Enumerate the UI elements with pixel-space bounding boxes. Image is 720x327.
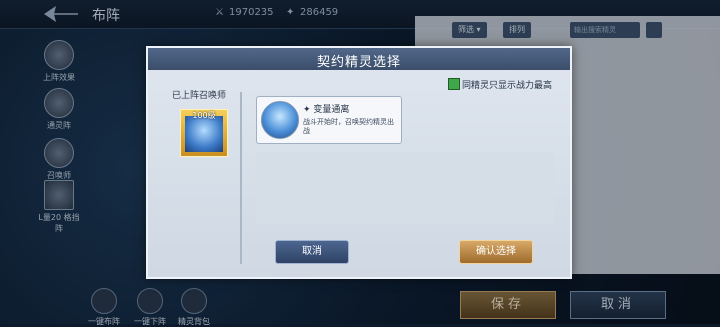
confirm-button[interactable]: 确认选择 xyxy=(459,240,533,264)
spirit-name: ✦ 变量通离 xyxy=(303,105,350,115)
spirit-avatar xyxy=(261,101,299,139)
spirit-card[interactable]: ✦ 变量通离 战斗开始时，召唤契约精灵出战 xyxy=(256,96,402,144)
summoner-level-tag: 100级 xyxy=(192,111,216,120)
deployed-summoner-title: 已上阵召唤师 xyxy=(171,91,226,101)
contract-spirit-dialog: 契约精灵选择 已上阵召唤师 100级 同精灵只显示战力最高 ✦ 变量通离 战斗开… xyxy=(146,46,572,279)
summoner-portrait xyxy=(185,116,223,152)
spirit-detail-area xyxy=(256,152,554,224)
checkbox-show-highest[interactable] xyxy=(448,78,460,90)
summoner-card[interactable]: 100级 xyxy=(180,109,228,157)
dialog-header: 契约精灵选择 xyxy=(148,48,570,70)
dialog-title: 契约精灵选择 xyxy=(316,55,401,70)
column-divider xyxy=(240,92,242,264)
checkbox-label: 同精灵只显示战力最高 xyxy=(462,81,553,91)
cancel-button[interactable]: 取消 xyxy=(275,240,349,264)
deployed-summoner-column: 已上阵召唤师 100级 xyxy=(156,76,242,272)
spirit-description: 战斗开始时，召唤契约精灵出战 xyxy=(303,118,394,135)
